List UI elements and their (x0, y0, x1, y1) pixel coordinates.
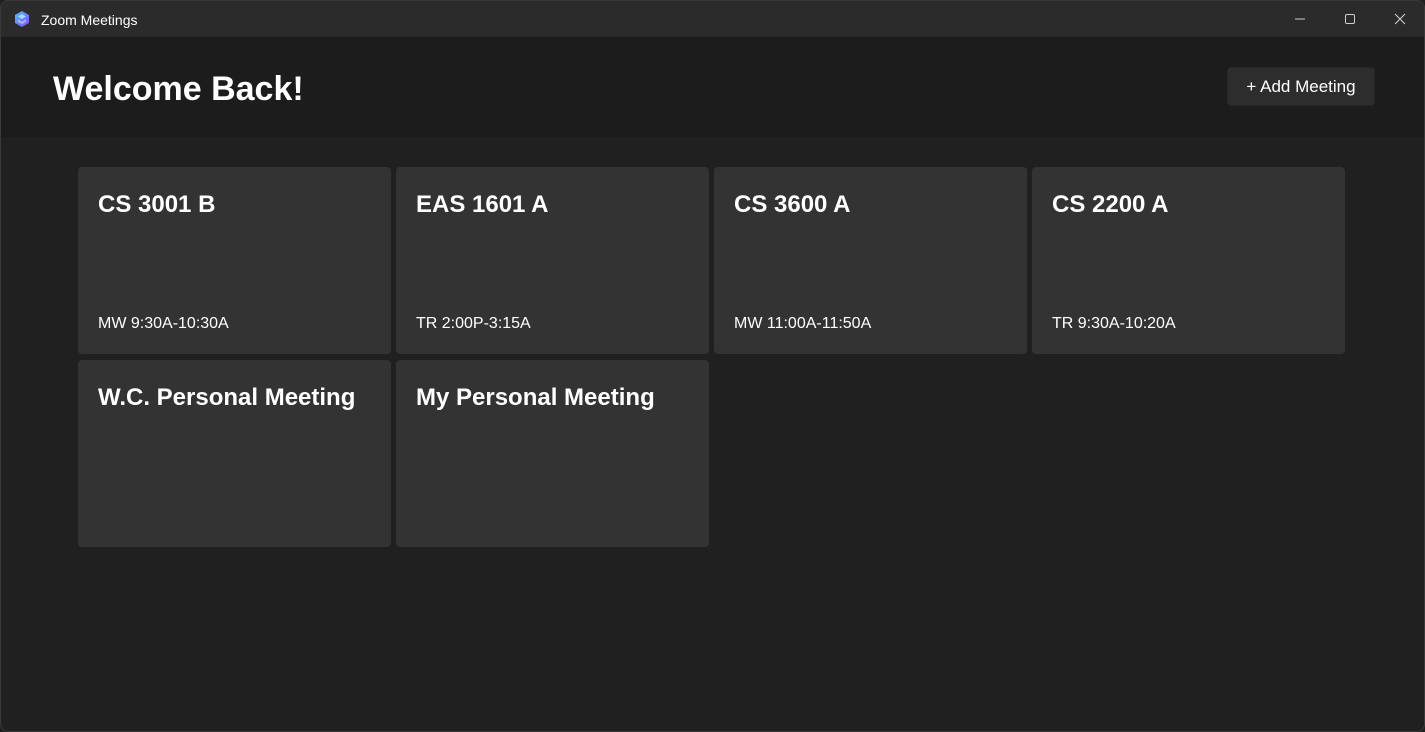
minimize-icon (1294, 13, 1306, 25)
meeting-time: TR 2:00P-3:15A (416, 315, 531, 332)
meeting-title: CS 2200 A (1052, 191, 1169, 218)
meeting-time: MW 9:30A-10:30A (98, 315, 229, 332)
app-window: Zoom Meetings Welcome Back! + Add Meetin… (0, 0, 1425, 732)
meeting-title: CS 3001 B (98, 191, 216, 218)
meeting-title: CS 3600 A (734, 191, 851, 218)
meeting-card[interactable]: CS 2200 A TR 9:30A-10:20A (1032, 167, 1345, 354)
meeting-card[interactable]: EAS 1601 A TR 2:00P-3:15A (396, 167, 709, 354)
add-meeting-button[interactable]: + Add Meeting (1227, 67, 1375, 106)
meeting-title: My Personal Meeting (416, 384, 655, 411)
meeting-card[interactable]: CS 3600 A MW 11:00A-11:50A (714, 167, 1027, 354)
meeting-time: TR 9:30A-10:20A (1052, 315, 1176, 332)
maximize-button[interactable] (1327, 1, 1373, 37)
page-header: Welcome Back! + Add Meeting (1, 37, 1424, 137)
meeting-grid: CS 3001 B MW 9:30A-10:30A EAS 1601 A TR … (78, 167, 1345, 547)
zoom-meetings-app-icon (13, 10, 31, 28)
meeting-card[interactable]: W.C. Personal Meeting (78, 360, 391, 547)
meeting-time: MW 11:00A-11:50A (734, 315, 872, 332)
meeting-title: W.C. Personal Meeting (98, 384, 356, 411)
page-title: Welcome Back! (53, 70, 304, 108)
meeting-card[interactable]: CS 3001 B MW 9:30A-10:30A (78, 167, 391, 354)
meeting-card[interactable]: My Personal Meeting (396, 360, 709, 547)
minimize-button[interactable] (1277, 1, 1323, 37)
close-icon (1394, 13, 1406, 25)
meeting-title: EAS 1601 A (416, 191, 549, 218)
maximize-icon (1344, 13, 1356, 25)
title-bar[interactable]: Zoom Meetings (1, 1, 1424, 37)
close-button[interactable] (1377, 1, 1423, 37)
window-title: Zoom Meetings (41, 12, 138, 28)
